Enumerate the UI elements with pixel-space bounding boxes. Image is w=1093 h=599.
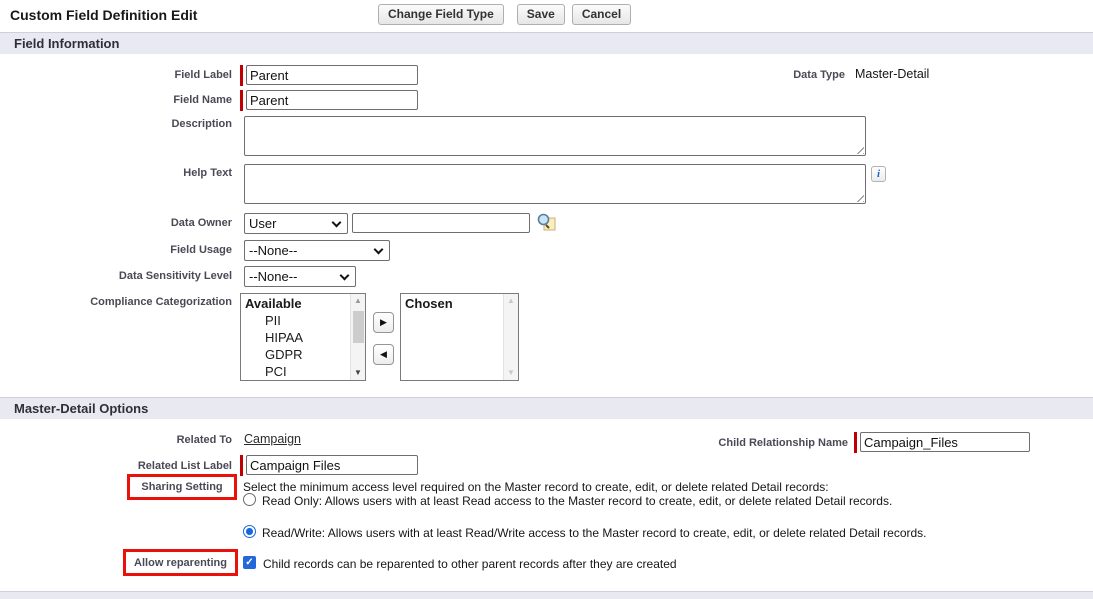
listbox-option[interactable]: GDPR: [241, 346, 350, 363]
data-type-label: Data Type: [700, 69, 845, 81]
data-sensitivity-selected-value: --None--: [249, 269, 297, 284]
scroll-down-icon[interactable]: ▼: [351, 366, 366, 380]
data-owner-type-select[interactable]: User: [244, 213, 348, 234]
chosen-listbox[interactable]: Chosen ▲ ▼: [400, 293, 519, 381]
allow-reparenting-annotation-box: Allow reparenting: [123, 549, 238, 576]
sharing-setting-label: Sharing Setting: [141, 481, 222, 493]
description-textarea[interactable]: [244, 116, 866, 156]
chevron-down-icon: [340, 271, 350, 281]
sharing-setting-annotation-box: Sharing Setting: [127, 474, 237, 500]
read-write-radio-label: Read/Write: Allows users with at least R…: [262, 526, 927, 540]
data-sensitivity-level-label: Data Sensitivity Level: [12, 270, 232, 282]
scroll-thumb[interactable]: [353, 311, 364, 343]
field-usage-select[interactable]: --None--: [244, 240, 390, 261]
scrollbar[interactable]: ▲ ▼: [350, 294, 365, 380]
listbox-option[interactable]: PCI: [241, 363, 350, 380]
allow-reparenting-label: Allow reparenting: [134, 557, 227, 569]
section-header-field-information: Field Information: [0, 32, 1093, 54]
related-list-label-input[interactable]: [246, 455, 418, 475]
custom-field-definition-edit-page: Custom Field Definition Edit Change Fiel…: [0, 0, 1093, 599]
data-owner-selected-value: User: [249, 216, 276, 231]
move-left-button[interactable]: ◀: [373, 344, 394, 365]
sharing-setting-description: Select the minimum access level required…: [243, 480, 829, 494]
read-only-radio-label: Read Only: Allows users with at least Re…: [262, 494, 892, 508]
data-owner-lookup-input[interactable]: [352, 213, 530, 233]
related-list-label-label: Related List Label: [12, 460, 232, 472]
info-icon[interactable]: i: [871, 166, 886, 182]
related-to-link[interactable]: Campaign: [244, 432, 301, 446]
field-label-input[interactable]: [246, 65, 418, 85]
child-relationship-name-input[interactable]: [860, 432, 1030, 452]
section-header-master-detail-options: Master-Detail Options: [0, 397, 1093, 419]
listbox-option[interactable]: HIPAA: [241, 329, 350, 346]
help-text-label: Help Text: [12, 167, 232, 179]
chevron-down-icon: [332, 218, 342, 228]
required-bar: [240, 90, 243, 111]
move-right-button[interactable]: ▶: [373, 312, 394, 333]
right-arrow-icon: ▶: [380, 317, 387, 327]
scroll-down-icon: ▼: [504, 366, 519, 380]
scrollbar[interactable]: ▲ ▼: [503, 294, 518, 380]
resize-grip-icon[interactable]: [855, 193, 864, 202]
field-name-label: Field Name: [12, 94, 232, 106]
chevron-down-icon: [374, 245, 384, 255]
child-relationship-name-label: Child Relationship Name: [600, 437, 848, 449]
required-bar: [240, 455, 243, 476]
listbox-option[interactable]: PII: [241, 312, 350, 329]
next-section-strip: [0, 591, 1093, 599]
scroll-up-icon[interactable]: ▲: [351, 294, 366, 308]
field-label-label: Field Label: [12, 69, 232, 81]
lookup-icon[interactable]: [537, 213, 556, 231]
page-title: Custom Field Definition Edit: [10, 7, 197, 23]
field-usage-label: Field Usage: [12, 244, 232, 256]
read-write-radio[interactable]: [243, 525, 256, 538]
data-type-value: Master-Detail: [855, 67, 929, 81]
resize-grip-icon[interactable]: [855, 145, 864, 154]
description-label: Description: [12, 118, 232, 130]
compliance-categorization-label: Compliance Categorization: [12, 296, 232, 308]
data-owner-label: Data Owner: [12, 217, 232, 229]
required-bar: [854, 432, 857, 453]
required-bar: [240, 65, 243, 86]
scroll-up-icon: ▲: [504, 294, 519, 308]
read-only-radio[interactable]: [243, 493, 256, 506]
data-sensitivity-level-select[interactable]: --None--: [244, 266, 356, 287]
listbox-header: Available: [241, 295, 350, 312]
reparenting-checkbox[interactable]: ✓: [243, 556, 256, 569]
left-arrow-icon: ◀: [380, 349, 387, 359]
listbox-header: Chosen: [401, 295, 503, 312]
field-name-input[interactable]: [246, 90, 418, 110]
help-text-textarea[interactable]: [244, 164, 866, 204]
field-usage-selected-value: --None--: [249, 243, 297, 258]
related-to-label: Related To: [12, 434, 232, 446]
save-button[interactable]: Save: [517, 4, 565, 25]
change-field-type-button[interactable]: Change Field Type: [378, 4, 504, 25]
cancel-button[interactable]: Cancel: [572, 4, 631, 25]
reparenting-checkbox-label: Child records can be reparented to other…: [263, 557, 677, 571]
available-listbox[interactable]: Available PII HIPAA GDPR PCI ▲ ▼: [240, 293, 366, 381]
toolbar: Change Field Type Save Cancel: [378, 4, 638, 25]
